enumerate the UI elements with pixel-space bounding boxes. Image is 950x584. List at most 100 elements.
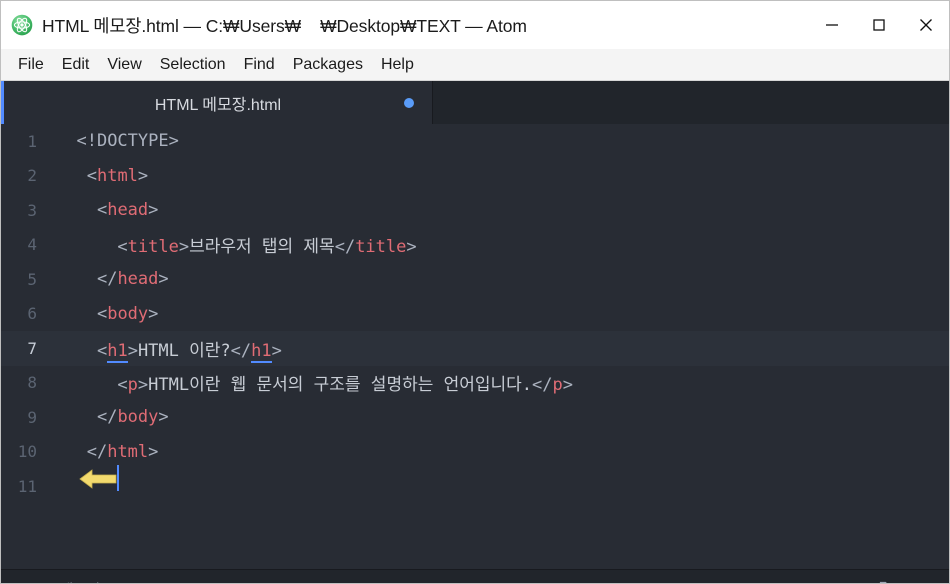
syntax-tag-name: title [127, 237, 179, 258]
syntax-text: HTML이란 웹 문서의 구조를 설명하는 언어입니다. [148, 375, 533, 396]
syntax-punctuation: </ [334, 237, 356, 258]
code-line[interactable]: 6 <body> [1, 297, 949, 332]
menu-item-packages[interactable]: Packages [284, 54, 372, 76]
code-line-content: <html> [46, 166, 949, 186]
syntax-punctuation: <!DOCTYPE> [76, 131, 179, 152]
syntax-punctuation: > [158, 407, 169, 428]
line-number: 10 [17, 442, 37, 462]
syntax-punctuation: > [178, 237, 190, 258]
code-line-content: </body> [46, 407, 949, 427]
window-title: HTML 메모장.html — C:₩Users₩ ₩Desktop₩TEXT … [42, 15, 527, 36]
menu-item-edit[interactable]: Edit [53, 54, 99, 76]
line-number: 2 [27, 166, 37, 186]
code-line[interactable]: 1 <!DOCTYPE> [1, 124, 949, 159]
status-bar-left: HTML 메모장.html* 7:5 [15, 579, 182, 583]
syntax-tag-name: html [107, 441, 149, 462]
syntax-punctuation: > [137, 165, 149, 186]
code-line[interactable]: 8 <p>HTML이란 웹 문서의 구조를 설명하는 언어입니다.</p> [1, 366, 949, 401]
line-number: 4 [27, 235, 37, 255]
code-line-content: <p>HTML이란 웹 문서의 구조를 설명하는 언어입니다.</p> [46, 370, 949, 395]
tab-html-memo[interactable]: HTML 메모장.html [1, 81, 433, 124]
line-number: 3 [27, 200, 37, 220]
atom-logo-icon [11, 14, 33, 36]
syntax-punctuation: > [148, 303, 159, 324]
code-line[interactable]: 9 </body> [1, 400, 949, 435]
line-number: 7 [27, 338, 37, 358]
syntax-punctuation: < [96, 303, 108, 324]
text-cursor [117, 465, 119, 491]
tab-label: HTML 메모장.html [154, 96, 282, 114]
code-line-content: </head> [46, 269, 949, 289]
title-bar: HTML 메모장.html — C:₩Users₩ ₩Desktop₩TEXT … [1, 1, 949, 49]
menu-bar: File Edit View Selection Find Packages Help [1, 49, 949, 81]
code-line-content: <!DOCTYPE> [46, 131, 949, 151]
syntax-punctuation: > [148, 441, 159, 462]
code-line-content: </html> [46, 442, 949, 462]
code-line-content: <body> [46, 304, 949, 324]
code-line-content: <title>브라우저 탭의 제목</title> [46, 232, 949, 257]
line-number: 11 [17, 476, 37, 496]
menu-item-view[interactable]: View [98, 54, 150, 76]
syntax-tag-name: p [552, 375, 563, 396]
close-icon [919, 19, 932, 31]
syntax-tag-name: p [127, 375, 138, 396]
menu-item-selection[interactable]: Selection [151, 54, 235, 76]
menu-item-help[interactable]: Help [372, 54, 423, 76]
syntax-punctuation: </ [96, 269, 118, 290]
code-line[interactable]: 3 <head> [1, 193, 949, 228]
syntax-tag-name: title [355, 237, 407, 258]
syntax-punctuation: < [117, 375, 128, 396]
syntax-tag-name: head [117, 269, 159, 290]
syntax-punctuation: < [117, 237, 128, 258]
syntax-punctuation: </ [96, 407, 118, 428]
tab-modified-indicator[interactable] [404, 97, 414, 108]
syntax-punctuation: > [127, 340, 138, 361]
code-line[interactable]: 2 <html> [1, 159, 949, 194]
status-filename[interactable]: HTML 메모장.html* [15, 579, 139, 583]
minimize-icon [825, 24, 838, 26]
syntax-text: HTML 이란? [137, 340, 231, 361]
syntax-punctuation: > [137, 375, 149, 396]
syntax-punctuation: > [148, 200, 159, 221]
window-controls [808, 1, 949, 49]
atom-editor-window: HTML 메모장.html — C:₩Users₩ ₩Desktop₩TEXT … [0, 0, 950, 584]
syntax-punctuation: > [271, 340, 282, 361]
syntax-punctuation: < [96, 340, 108, 361]
syntax-tag-name: head [107, 200, 149, 221]
syntax-tag-name: h1 [107, 340, 128, 363]
line-number: 9 [27, 407, 37, 427]
tab-bar: HTML 메모장.html [1, 81, 949, 124]
menu-item-file[interactable]: File [9, 54, 53, 76]
syntax-tag-name: h1 [251, 340, 272, 363]
syntax-punctuation: < [96, 200, 108, 221]
line-number: 8 [27, 373, 37, 393]
syntax-punctuation: > [406, 237, 417, 258]
syntax-punctuation: < [86, 165, 97, 186]
menu-item-find[interactable]: Find [235, 54, 284, 76]
code-editor[interactable]: 1 <!DOCTYPE> 2 <html> 3 <head> 4 <title>브라우… [1, 124, 949, 569]
syntax-punctuation: </ [532, 375, 553, 396]
code-line[interactable]: 10 </html> [1, 435, 949, 470]
code-line[interactable]: 7 <h1>HTML 이란?</h1> [1, 331, 949, 366]
maximize-icon [872, 19, 885, 31]
code-line[interactable]: 4 <title>브라우저 탭의 제목</title> [1, 228, 949, 263]
left-arrow-annotation-icon [79, 469, 117, 489]
code-line[interactable]: 5 </head> [1, 262, 949, 297]
minimize-button[interactable] [808, 1, 855, 49]
line-number: 1 [27, 131, 37, 151]
syntax-tag-name: body [117, 407, 159, 428]
maximize-button[interactable] [855, 1, 902, 49]
line-number: 5 [27, 269, 37, 289]
status-bar: HTML 메모장.html* 7:5 CRLF UTF-8 HTML 0 fil… [1, 569, 949, 583]
code-line-content: <h1>HTML 이란?</h1> [46, 336, 949, 363]
syntax-text: 브라우저 탭의 제목 [189, 237, 335, 258]
syntax-punctuation: </ [230, 340, 252, 361]
code-line[interactable]: 11 [1, 469, 949, 504]
syntax-punctuation: > [158, 269, 169, 290]
tab-bar-empty-area [433, 81, 949, 124]
line-number: 6 [27, 304, 37, 324]
close-button[interactable] [902, 1, 949, 49]
syntax-tag-name: html [96, 165, 138, 186]
syntax-tag-name: body [107, 303, 149, 324]
syntax-punctuation: </ [86, 441, 108, 462]
